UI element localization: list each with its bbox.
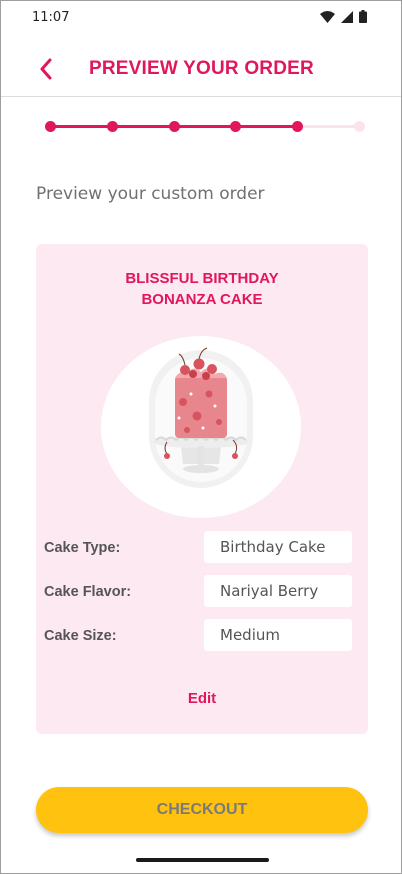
back-button[interactable] bbox=[33, 55, 59, 83]
cake-name-line-1: BLISSFUL BIRTHDAY bbox=[125, 270, 279, 287]
detail-label: Cake Flavor: bbox=[44, 584, 132, 600]
step-dot bbox=[230, 121, 242, 132]
detail-row-cake-type: Cake Type: Birthday Cake bbox=[44, 531, 360, 565]
cell-signal-icon bbox=[341, 10, 353, 23]
detail-value: Nariyal Berry bbox=[204, 575, 352, 607]
page-title: PREVIEW YOUR ORDER bbox=[89, 58, 314, 79]
step-dot bbox=[292, 121, 304, 132]
status-bar: 11:07 bbox=[1, 1, 401, 33]
progress-stepper bbox=[45, 119, 365, 135]
detail-label: Cake Size: bbox=[44, 628, 117, 644]
app-header: PREVIEW YOUR ORDER bbox=[1, 41, 401, 97]
step-connector bbox=[235, 125, 298, 128]
cake-illustration bbox=[149, 347, 253, 488]
detail-value: Medium bbox=[204, 619, 352, 651]
cake-name-line-2: BONANZA CAKE bbox=[141, 291, 263, 308]
step-connector bbox=[297, 125, 360, 128]
status-time: 11:07 bbox=[32, 10, 70, 25]
detail-row-cake-flavor: Cake Flavor: Nariyal Berry bbox=[44, 575, 360, 609]
step-dot bbox=[45, 121, 56, 132]
step-dot bbox=[168, 121, 180, 132]
detail-row-cake-size: Cake Size: Medium bbox=[44, 619, 360, 653]
order-preview-card: BLISSFUL BIRTHDAY BONANZA CAKE Cake Type… bbox=[36, 244, 368, 734]
edit-button[interactable]: Edit bbox=[36, 690, 368, 707]
cake-name: BLISSFUL BIRTHDAY BONANZA CAKE bbox=[36, 268, 368, 310]
step-connector bbox=[50, 125, 113, 128]
checkout-button[interactable]: CHECKOUT bbox=[36, 787, 368, 833]
battery-icon bbox=[359, 10, 367, 23]
wifi-icon bbox=[320, 10, 335, 23]
step-dot bbox=[106, 121, 118, 132]
chevron-left-icon bbox=[40, 58, 52, 80]
cake-image bbox=[101, 336, 301, 518]
step-connector bbox=[174, 125, 236, 128]
detail-label: Cake Type: bbox=[44, 540, 121, 556]
app-screen: 11:07 PREVIEW YOUR ORDER Preview your cu… bbox=[0, 0, 402, 874]
detail-value: Birthday Cake bbox=[204, 531, 352, 563]
status-icons bbox=[320, 10, 367, 23]
page-subtitle: Preview your custom order bbox=[36, 184, 265, 204]
home-indicator[interactable] bbox=[136, 858, 269, 862]
step-dot bbox=[354, 121, 365, 132]
step-connector bbox=[112, 125, 175, 128]
